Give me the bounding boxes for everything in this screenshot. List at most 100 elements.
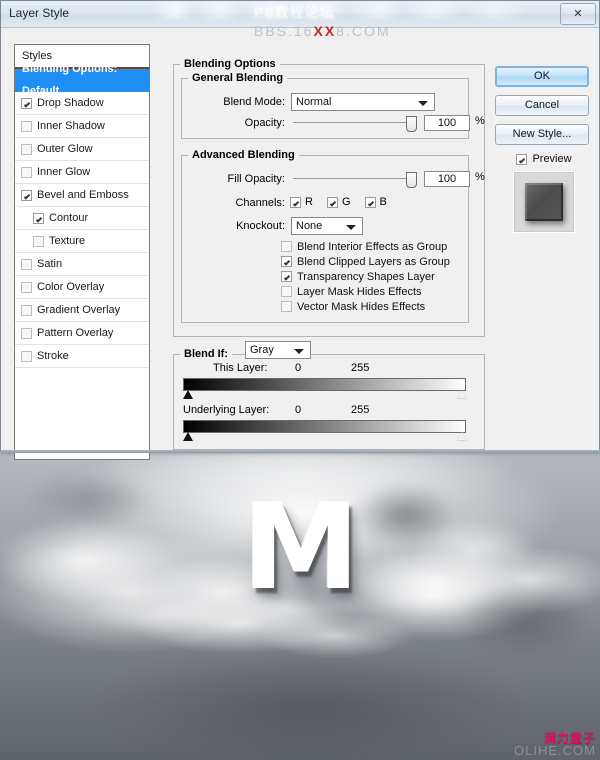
opacity-slider[interactable] (293, 116, 417, 132)
sidebar-item-texture[interactable]: Texture (15, 230, 149, 253)
sidebar-item-satin[interactable]: Satin (15, 253, 149, 276)
checkbox-icon[interactable] (21, 97, 32, 109)
checkbox-label: Vector Mask Hides Effects (297, 300, 426, 313)
this-layer-black-stop[interactable] (183, 390, 193, 399)
preview-thumbnail-shape (525, 183, 563, 221)
fill-opacity-slider-track (293, 178, 417, 179)
checkbox-icon[interactable] (281, 301, 292, 312)
sidebar-item-label: Texture (49, 235, 86, 247)
checkbox-blend-clipped-layers[interactable]: Blend Clipped Layers as Group (281, 254, 450, 269)
sidebar-item-blending-options[interactable]: Blending Options: Default (15, 63, 149, 97)
opacity-slider-track (293, 122, 417, 123)
this-layer-white-stop[interactable] (457, 390, 467, 399)
chevron-down-icon (294, 349, 304, 354)
sidebar-item-contour[interactable]: Contour (15, 207, 149, 230)
channel-label-g: G (341, 196, 351, 208)
ok-button[interactable]: OK (495, 66, 589, 87)
checkbox-icon[interactable] (21, 166, 32, 178)
sidebar-item-label: Satin (37, 258, 63, 270)
underlying-layer-stops (183, 432, 467, 443)
sidebar-item-label: Inner Glow (37, 166, 91, 178)
knockout-select[interactable]: None (291, 217, 363, 235)
channel-label-r: R (305, 196, 313, 208)
checkbox-icon-r[interactable] (290, 196, 301, 208)
photoshop-canvas-image: M 满力童子 OLIHE.COM (0, 450, 600, 760)
this-layer-stops (183, 390, 467, 401)
checkbox-icon[interactable] (21, 350, 32, 362)
blending-options-panel: Blending Options General Blending Blend … (173, 58, 485, 450)
checkbox-icon[interactable] (516, 153, 528, 165)
dialog-title: Layer Style (9, 6, 70, 20)
checkbox-blend-interior-effects[interactable]: Blend Interior Effects as Group (281, 239, 450, 254)
sidebar-item-bevel-and-emboss[interactable]: Bevel and Emboss (15, 184, 149, 207)
sidebar-item-label: Bevel and Emboss (37, 189, 129, 201)
checkbox-icon[interactable] (281, 271, 292, 282)
dialog-bottom-edge (1, 450, 600, 453)
checkbox-icon[interactable] (21, 281, 32, 293)
underlying-layer-white-stop[interactable] (457, 432, 467, 441)
checkbox-transparency-shapes-layer[interactable]: Transparency Shapes Layer (281, 269, 450, 284)
checkbox-label: Layer Mask Hides Effects (297, 285, 422, 298)
sidebar-item-inner-glow[interactable]: Inner Glow (15, 161, 149, 184)
underlying-layer-max: 255 (351, 404, 370, 416)
sidebar-item-stroke[interactable]: Stroke (15, 345, 149, 368)
checkbox-icon[interactable] (281, 256, 292, 267)
fill-opacity-slider[interactable] (293, 172, 417, 188)
blend-if-channel-select[interactable]: Gray (245, 341, 311, 359)
checkbox-vector-mask-hides-effects[interactable]: Vector Mask Hides Effects (281, 299, 450, 314)
checkbox-icon-b[interactable] (364, 196, 376, 208)
chevron-down-icon (346, 225, 356, 230)
fill-opacity-slider-knob[interactable] (406, 172, 417, 188)
preview-checkbox-row[interactable]: Preview (495, 153, 593, 165)
sidebar-item-label: Inner Shadow (37, 120, 105, 132)
blend-if-legend: Blend If: (184, 348, 228, 360)
checkbox-icon[interactable] (33, 212, 44, 224)
checkbox-layer-mask-hides-effects[interactable]: Layer Mask Hides Effects (281, 284, 450, 299)
checkbox-icon[interactable] (21, 143, 32, 155)
opacity-slider-knob[interactable] (406, 116, 417, 132)
sidebar-item-pattern-overlay[interactable]: Pattern Overlay (15, 322, 149, 345)
checkbox-icon[interactable] (33, 235, 44, 247)
checkbox-icon[interactable] (21, 258, 32, 270)
cancel-button[interactable]: Cancel (495, 95, 589, 116)
dialog-titlebar[interactable]: Layer Style ✕ (1, 1, 599, 28)
channel-label-b: B (379, 196, 387, 208)
fill-opacity-input[interactable]: 100 (424, 171, 470, 187)
blend-mode-select[interactable]: Normal (291, 93, 435, 111)
channels-group: R G B (290, 196, 387, 208)
checkbox-icon-g[interactable] (326, 196, 338, 208)
canvas-letter-m: M (242, 478, 359, 616)
checkbox-icon[interactable] (281, 241, 292, 252)
sidebar-item-gradient-overlay[interactable]: Gradient Overlay (15, 299, 149, 322)
sidebar-item-label: Contour (49, 212, 89, 224)
checkbox-icon[interactable] (281, 286, 292, 297)
checkbox-icon[interactable] (21, 189, 32, 201)
sidebar-item-color-overlay[interactable]: Color Overlay (15, 276, 149, 299)
checkbox-icon[interactable] (21, 120, 32, 132)
underlying-layer-black-stop[interactable] (183, 432, 193, 441)
this-layer-label: This Layer: (213, 362, 268, 374)
fill-opacity-unit: % (475, 171, 485, 183)
checkbox-icon[interactable] (21, 304, 32, 316)
watermark-bottom-en: OLIHE.COM (514, 743, 596, 759)
sidebar-item-outer-glow[interactable]: Outer Glow (15, 138, 149, 161)
advanced-checkbox-list: Blend Interior Effects as Group Blend Cl… (281, 239, 450, 314)
blending-options-legend: Blending Options (184, 58, 276, 70)
sidebar-item-label: Stroke (37, 350, 69, 362)
advanced-blending-legend: Advanced Blending (192, 149, 295, 161)
underlying-layer-label: Underlying Layer: (183, 404, 270, 416)
checkbox-label: Blend Clipped Layers as Group (297, 255, 450, 268)
blend-if-channel-value: Gray (250, 344, 274, 356)
sidebar-item-label: Pattern Overlay (37, 327, 114, 339)
new-style-button[interactable]: New Style... (495, 124, 589, 145)
watermark-bottom: 满力童子 OLIHE.COM (514, 732, 596, 758)
sidebar-item-inner-shadow[interactable]: Inner Shadow (15, 115, 149, 138)
blend-mode-value: Normal (296, 96, 332, 108)
styles-list: Styles Blending Options: Default Drop Sh… (14, 44, 150, 460)
sidebar-item-label: Gradient Overlay (37, 304, 121, 316)
close-icon[interactable]: ✕ (560, 3, 596, 25)
opacity-input[interactable]: 100 (424, 115, 470, 131)
checkbox-icon[interactable] (21, 327, 32, 339)
opacity-unit: % (475, 115, 485, 127)
chevron-down-icon (418, 101, 428, 106)
